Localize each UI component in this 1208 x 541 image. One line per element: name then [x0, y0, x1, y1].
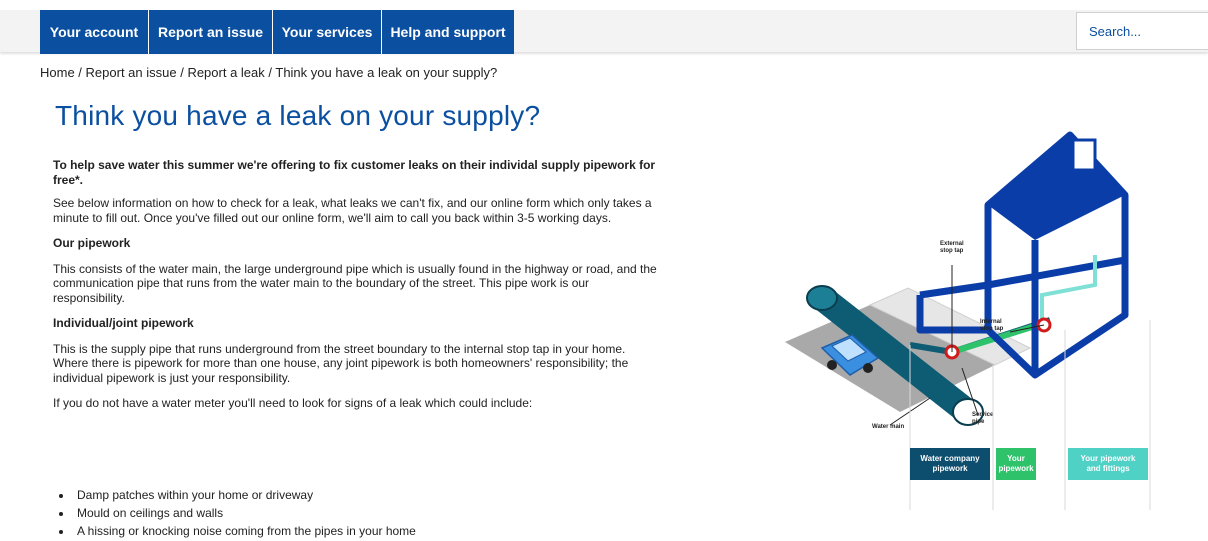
page-title: Think you have a leak on your supply? [55, 100, 541, 131]
breadcrumb-report-a-leak[interactable]: Report a leak [187, 65, 264, 80]
external-stop-tap-label: External stop tap [940, 241, 964, 254]
individual-pipework-heading: Individual/joint pipework [53, 316, 194, 330]
breadcrumb-separator: / [176, 65, 188, 80]
no-meter-text: If you do not have a water meter you'll … [53, 396, 533, 410]
pipework-illustration: External stop tap Internal stop tap Servic… [785, 131, 1151, 510]
water-main-label: Water main [872, 424, 904, 430]
intro-bold-text: To help save water this summer we're off… [53, 158, 656, 187]
breadcrumb-separator: / [74, 65, 86, 80]
nav-your-services[interactable]: Your services [273, 10, 382, 54]
water-main-end [806, 285, 838, 311]
breadcrumb-report-an-issue[interactable]: Report an issue [86, 65, 177, 80]
nav-report-an-issue[interactable]: Report an issue [149, 10, 273, 54]
breadcrumb-home[interactable]: Home [40, 65, 75, 80]
house-roof [988, 135, 1125, 240]
intro-text: See below information on how to check fo… [53, 196, 652, 225]
main-nav: Your account Report an issue Your servic… [40, 10, 514, 54]
nav-your-account[interactable]: Your account [40, 10, 149, 54]
legend: Water company pipework Your pipework Your … [910, 448, 1148, 480]
individual-pipework-text: This is the supply pipe that runs underg… [53, 341, 629, 385]
breadcrumb: Home / Report an issue / Report a leak /… [40, 65, 497, 80]
internal-stop-tap-label: Internal stop tap [980, 319, 1004, 332]
leak-signs-list: Damp patches within your home or drivewa… [53, 486, 416, 540]
service-pipe-label: Service pipe [972, 412, 994, 425]
breadcrumb-current: Think you have a leak on your supply? [275, 65, 498, 80]
top-bar: Your account Report an issue Your servic… [0, 0, 1208, 54]
legend-pipework-fittings-label: Your pipework and fittings [1081, 454, 1137, 473]
our-pipework-heading: Our pipework [53, 236, 131, 250]
list-item: Damp patches within your home or drivewa… [73, 486, 416, 504]
nav-help-and-support[interactable]: Help and support [382, 10, 514, 54]
list-item: A hissing or knocking noise coming from … [73, 522, 416, 540]
main-content: To help save water this summer we're off… [53, 158, 663, 422]
breadcrumb-separator: / [264, 65, 276, 80]
our-pipework-text: This consists of the water main, the lar… [53, 261, 657, 305]
list-item: Mould on ceilings and walls [73, 504, 416, 522]
search-input[interactable] [1076, 12, 1208, 50]
chimney-window [1071, 138, 1097, 172]
